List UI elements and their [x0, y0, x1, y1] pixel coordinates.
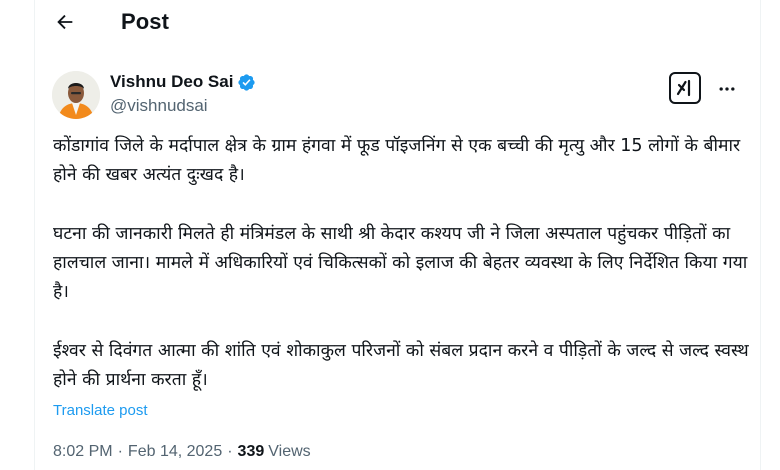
post-metadata: 8:02 PM · Feb 14, 2025 · 339 Views — [53, 443, 311, 461]
right-column-border — [760, 0, 761, 470]
page-header: Post — [35, 0, 760, 48]
meta-separator: · — [117, 443, 123, 460]
left-column-border — [34, 0, 35, 470]
tweet-text: कोंडागांव जिले के मर्दापाल क्षेत्र के ग्… — [53, 132, 753, 395]
avatar[interactable] — [52, 71, 100, 119]
tweet-paragraph: ईश्वर से दिवंगत आत्मा की शांति एवं शोकाक… — [53, 341, 749, 390]
grok-button[interactable] — [669, 72, 701, 104]
author-handle[interactable]: @vishnudsai — [110, 96, 208, 116]
more-icon — [719, 87, 735, 91]
post-time[interactable]: 8:02 PM — [53, 443, 113, 461]
more-options-button[interactable] — [712, 74, 742, 104]
author-row: Vishnu Deo Sai @vishnudsai — [52, 68, 742, 122]
arrow-left-icon — [57, 14, 73, 30]
translate-post-link[interactable]: Translate post — [53, 402, 148, 419]
name-row: Vishnu Deo Sai — [110, 72, 256, 92]
views-label: Views — [268, 443, 311, 460]
back-button[interactable] — [53, 10, 77, 34]
post-date[interactable]: Feb 14, 2025 — [128, 443, 222, 461]
views-count: 339 — [237, 443, 265, 460]
meta-separator: · — [227, 443, 233, 460]
page-title: Post — [121, 9, 170, 34]
display-name[interactable]: Vishnu Deo Sai — [110, 72, 233, 92]
verified-badge-icon[interactable] — [237, 73, 256, 92]
tweet-paragraph: कोंडागांव जिले के मर्दापाल क्षेत्र के ग्… — [53, 136, 741, 185]
grok-icon — [676, 79, 691, 97]
tweet-paragraph: घटना की जानकारी मिलते ही मंत्रिमंडल के स… — [53, 224, 748, 302]
